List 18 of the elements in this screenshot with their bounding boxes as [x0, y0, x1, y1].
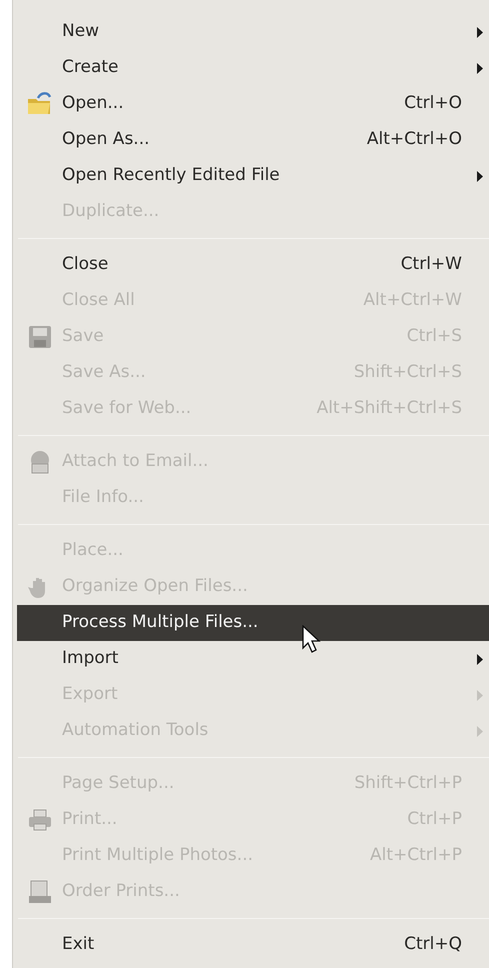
submenu-arrow-icon	[476, 654, 482, 664]
menu-item[interactable]: Exit Ctrl+Q	[17, 927, 489, 963]
menu-item[interactable]: Open As... Alt+Ctrl+O	[17, 122, 489, 158]
submenu-arrow-icon	[476, 170, 482, 182]
folder-icon	[26, 91, 54, 117]
menu-item[interactable]: Open Recently Edited File	[17, 158, 489, 194]
menu-item[interactable]: Open... Ctrl+O	[17, 86, 489, 122]
menu-item[interactable]: Close Ctrl+W	[17, 247, 489, 283]
submenu-arrow-icon	[476, 726, 482, 736]
submenu-arrow-icon	[476, 690, 482, 700]
document-icon	[26, 879, 52, 905]
menu-item[interactable]: Create	[17, 50, 489, 86]
menu-item[interactable]: New	[17, 14, 489, 50]
submenu-arrow-icon	[476, 62, 482, 74]
menu-item[interactable]: Import	[17, 641, 489, 677]
printer-icon	[26, 807, 52, 833]
mouse-pointer-icon	[302, 625, 322, 653]
submenu-arrow-icon	[476, 26, 482, 38]
